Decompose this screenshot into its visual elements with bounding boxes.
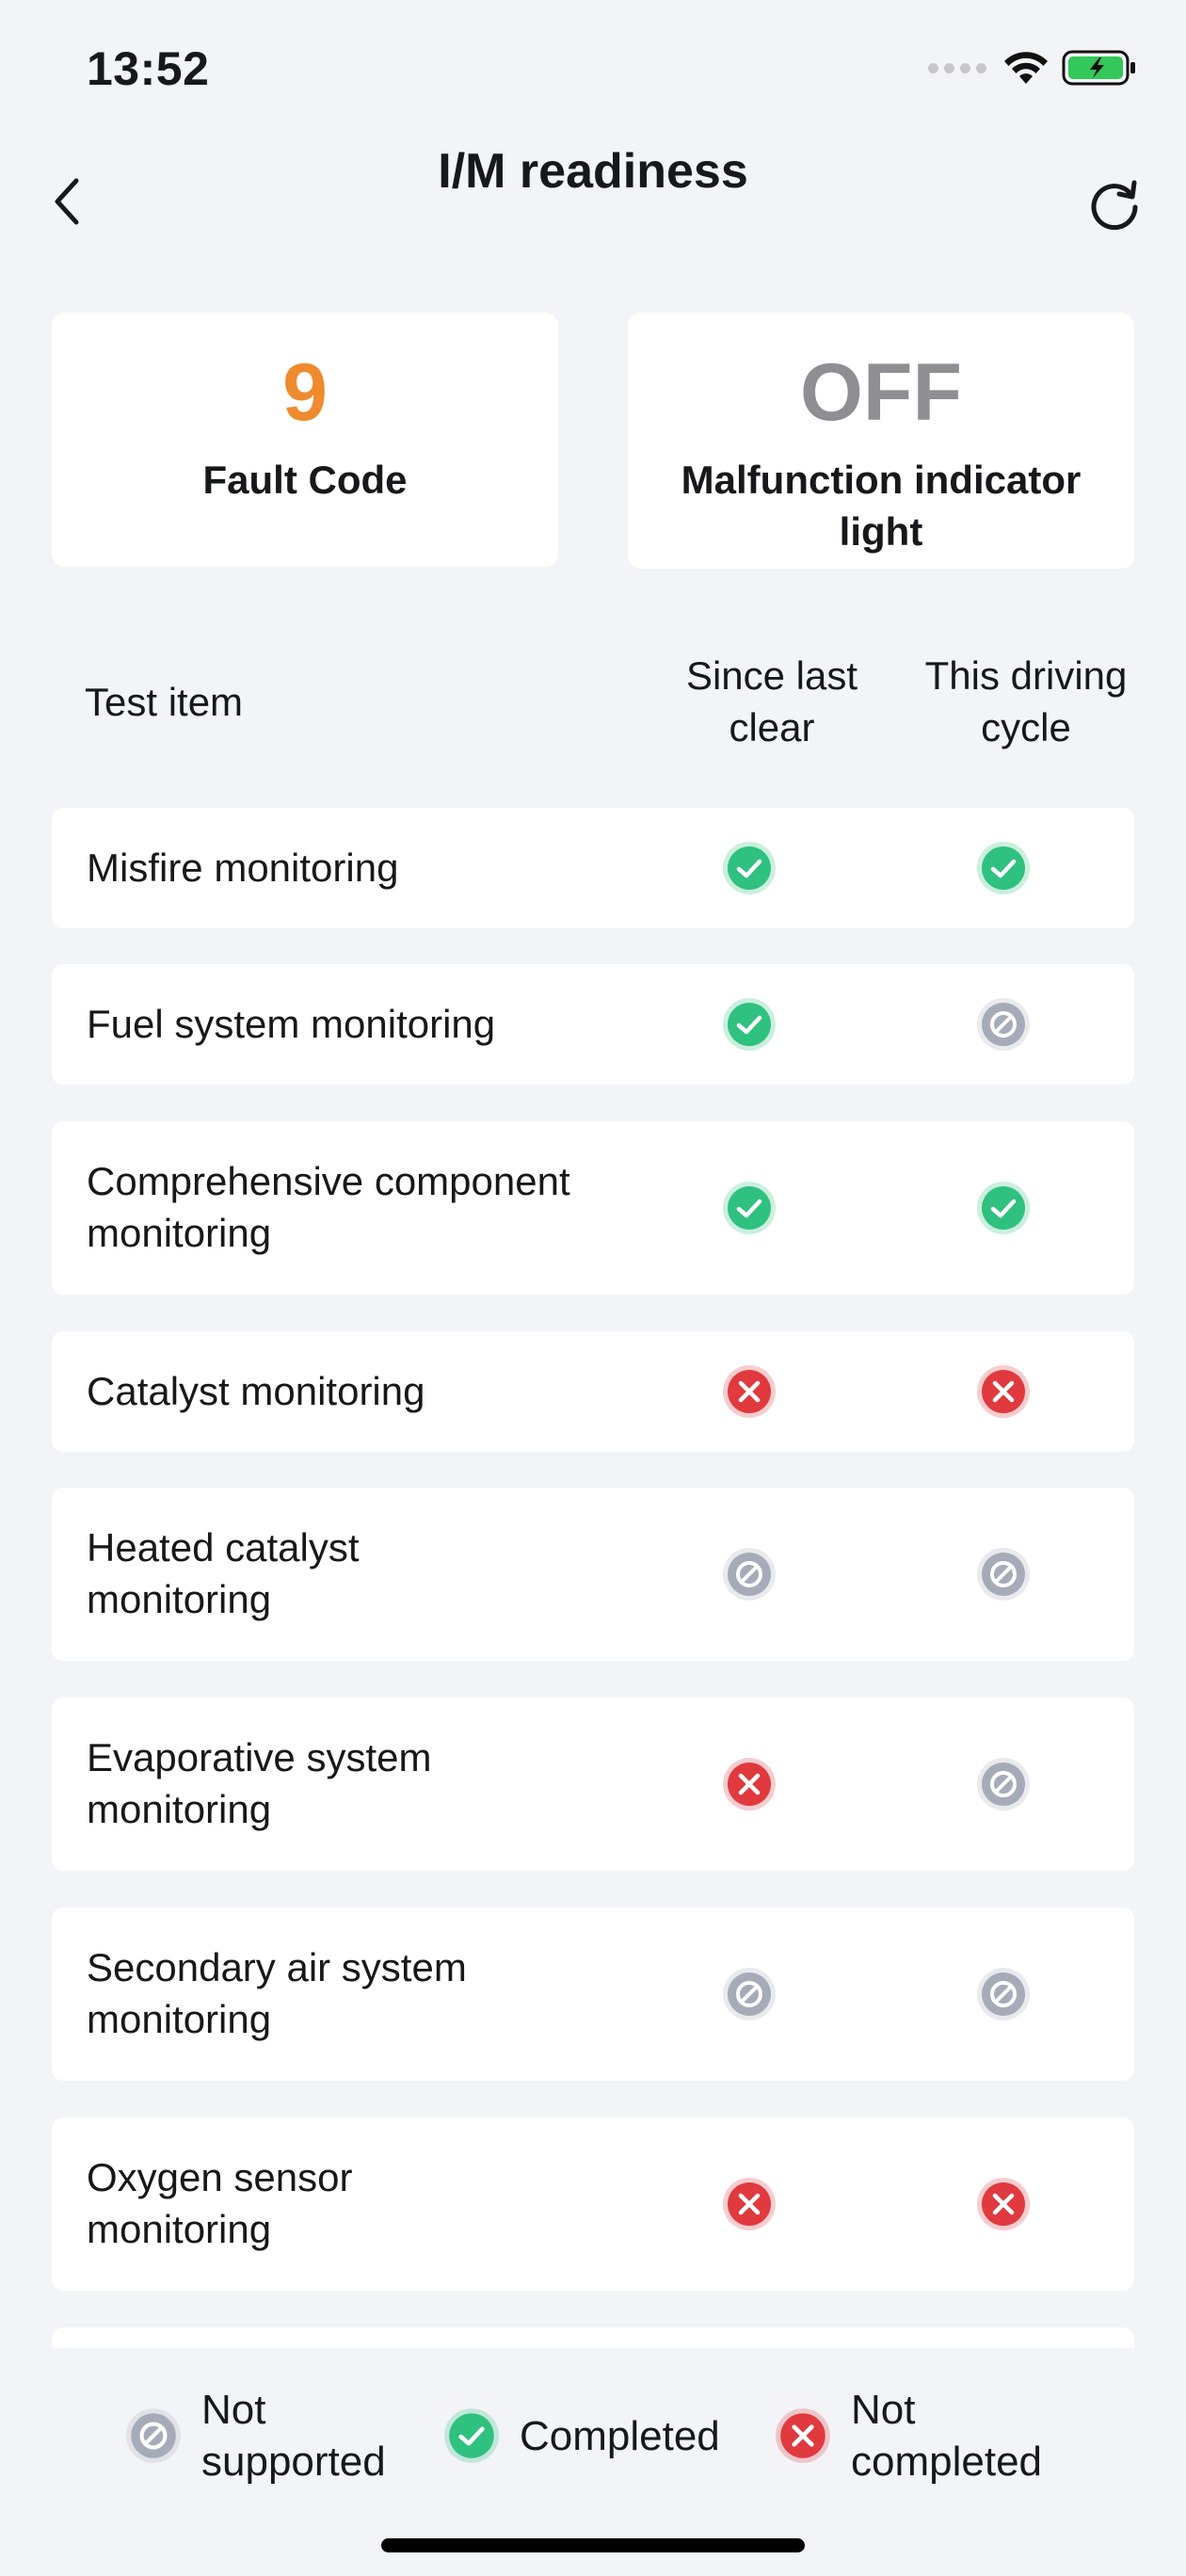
cycle-status-icon — [975, 2176, 1032, 2232]
since-status-icon — [721, 840, 777, 896]
table-row: Misfire monitoring — [52, 808, 1134, 928]
refresh-icon — [1091, 180, 1138, 231]
status-icons — [928, 49, 1137, 87]
table-row: Secondary air system monitoring — [52, 1908, 1134, 2081]
legend-label: Not supported — [201, 2387, 386, 2485]
row-label: Oxygen sensor monitoring — [87, 2155, 353, 2251]
mil-label: Malfunction indicator light — [681, 458, 1082, 554]
since-status-icon — [721, 2176, 777, 2232]
status-bar: 13:52 — [0, 0, 1186, 141]
fault-code-count: 9 — [282, 347, 328, 438]
cycle-status-icon — [975, 1966, 1032, 2022]
row-label: Fuel system monitoring — [87, 1002, 496, 1046]
battery-icon — [1062, 50, 1135, 86]
column-header-test-item: Test item — [85, 680, 244, 724]
legend-not-supported: Not supported — [124, 2384, 418, 2487]
table-row: Fuel system monitoring — [52, 964, 1134, 1085]
home-indicator — [381, 2538, 805, 2552]
mil-card: OFF Malfunction indicator light — [628, 313, 1134, 569]
row-label: Catalyst monitoring — [87, 1369, 425, 1413]
status-time: 13:52 — [87, 42, 210, 95]
table-row: Comprehensive component monitoring — [52, 1121, 1134, 1295]
page-title: I/M readiness — [438, 144, 748, 199]
column-header-since-last-clear: Since last clear — [685, 653, 858, 749]
completed-icon — [442, 2407, 501, 2465]
since-status-icon — [721, 1363, 777, 1420]
fault-code-card[interactable]: 9 Fault Code — [52, 313, 558, 567]
not-completed-icon — [774, 2407, 832, 2465]
row-label: Heated catalyst monitoring — [87, 1525, 360, 1621]
legend-not-completed: Not completed — [774, 2384, 1077, 2487]
summary-cards: 9 Fault Code OFF Malfunction indicator l… — [52, 313, 1134, 569]
table-row: Evaporative system monitoring — [52, 1698, 1134, 1871]
legend-label: Not completed — [851, 2387, 1043, 2485]
table-header: Test item Since last clear This driving … — [52, 650, 1134, 763]
cycle-status-icon — [975, 1756, 1032, 1812]
cycle-status-icon — [975, 1363, 1032, 1420]
row-label: Misfire monitoring — [87, 845, 399, 890]
table-row: Oxygen sensor monitoring — [52, 2117, 1134, 2291]
mil-status: OFF — [800, 347, 962, 438]
table-row: Heated catalyst monitoring — [52, 1488, 1134, 1661]
cycle-status-icon — [975, 1180, 1032, 1236]
cellular-signal-icon — [928, 62, 986, 73]
wifi-icon — [1004, 52, 1048, 84]
row-label: Comprehensive component monitoring — [87, 1159, 570, 1255]
since-status-icon — [721, 996, 777, 1053]
row-label: Evaporative system monitoring — [87, 1735, 432, 1831]
column-header-this-driving-cycle: This driving cycle — [924, 653, 1128, 749]
cycle-status-icon — [975, 996, 1032, 1053]
table-row: Catalyst monitoring — [52, 1331, 1134, 1452]
not-supported-icon — [124, 2407, 183, 2465]
legend-completed: Completed — [442, 2384, 720, 2487]
fault-code-label: Fault Code — [202, 458, 408, 502]
row-label: Secondary air system monitoring — [87, 1945, 467, 2041]
since-status-icon — [721, 1180, 777, 1236]
nav-bar: I/M readiness — [0, 122, 1186, 264]
refresh-button[interactable] — [1081, 169, 1148, 237]
since-status-icon — [721, 1546, 777, 1602]
legend: Not supported Completed Not completed — [0, 2348, 1186, 2576]
since-status-icon — [721, 1756, 777, 1812]
cycle-status-icon — [975, 1546, 1032, 1602]
since-status-icon — [721, 1966, 777, 2022]
legend-label: Completed — [520, 2412, 720, 2459]
cycle-status-icon — [975, 840, 1032, 896]
